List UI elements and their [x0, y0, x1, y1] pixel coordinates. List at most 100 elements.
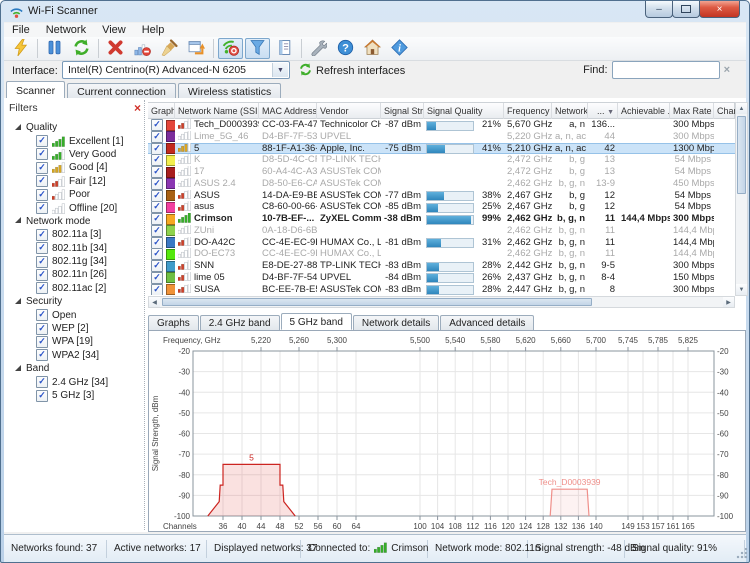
- checkbox[interactable]: ✓: [151, 131, 163, 143]
- minimize-button[interactable]: –: [645, 1, 673, 18]
- table-row[interactable]: ✓SUSABC-EE-7B-E5-...ASUSTek COM...-83 dB…: [148, 284, 735, 296]
- filter-item[interactable]: ✓Offline [20]: [9, 201, 143, 214]
- column-header[interactable]: Signal Quality: [424, 103, 504, 119]
- column-header[interactable]: Graph: [148, 103, 175, 119]
- checkbox[interactable]: ✓: [36, 282, 48, 294]
- checkbox[interactable]: ✓: [151, 284, 163, 296]
- checkbox[interactable]: ✓: [36, 336, 48, 348]
- checkbox[interactable]: ✓: [36, 269, 48, 281]
- scroll-right-icon[interactable]: ▶: [723, 297, 734, 307]
- filter-button[interactable]: [245, 38, 270, 59]
- tab-network-details[interactable]: Network details: [353, 315, 439, 331]
- table-row[interactable]: ✓Tech_D0003939CC-03-FA-47-...Technicolor…: [148, 119, 735, 131]
- expander-icon[interactable]: [15, 365, 21, 371]
- filter-item[interactable]: ✓2.4 GHz [34]: [9, 375, 143, 388]
- tab-advanced-details[interactable]: Advanced details: [440, 315, 534, 331]
- filter-item[interactable]: ✓5 GHz [3]: [9, 389, 143, 402]
- filter-group-quality[interactable]: Quality: [9, 121, 143, 134]
- stop-scan-button[interactable]: [218, 38, 243, 59]
- home-button[interactable]: [360, 38, 385, 59]
- checkbox[interactable]: ✓: [151, 119, 163, 131]
- checkbox[interactable]: ✓: [151, 225, 163, 237]
- filter-item[interactable]: ✓Fair [12]: [9, 175, 143, 188]
- table-row[interactable]: ✓ZUni0A-18-D6-6B-...2,462 GHzb, g, n1114…: [148, 225, 735, 237]
- column-header[interactable]: Network ...: [552, 103, 588, 119]
- scroll-left-icon[interactable]: ◀: [149, 297, 160, 307]
- expander-icon[interactable]: [15, 124, 21, 130]
- delete-button[interactable]: [103, 38, 128, 59]
- filter-group-security[interactable]: Security: [9, 295, 143, 308]
- filter-item[interactable]: ✓Very Good: [9, 148, 143, 161]
- checkbox[interactable]: ✓: [36, 162, 48, 174]
- table-row[interactable]: ✓1760-A4-4C-A3-...ASUSTek COM...2,472 GH…: [148, 166, 735, 178]
- checkbox[interactable]: ✓: [36, 390, 48, 402]
- pause-button[interactable]: [42, 38, 67, 59]
- checkbox[interactable]: ✓: [151, 260, 163, 272]
- checkbox[interactable]: ✓: [151, 237, 163, 249]
- table-row[interactable]: ✓ASUS14-DA-E9-BB-...ASUSTek COM...-77 dB…: [148, 190, 735, 202]
- table-row[interactable]: ✓DO-A42CCC-4E-EC-9B-...HUMAX Co., Ltd.-8…: [148, 237, 735, 249]
- scan-button[interactable]: [8, 38, 33, 59]
- help-button[interactable]: ?: [333, 38, 358, 59]
- table-row[interactable]: ✓DO-EC73CC-4E-EC-9E-...HUMAX Co., Ltd.2,…: [148, 248, 735, 260]
- clear-button[interactable]: [157, 38, 182, 59]
- filter-item[interactable]: ✓WPA2 [34]: [9, 349, 143, 362]
- title-bar[interactable]: Wi-Fi Scanner – ×: [1, 1, 749, 22]
- tab-wireless-statistics[interactable]: Wireless statistics: [178, 83, 281, 99]
- column-header[interactable]: Max Rate: [670, 103, 714, 119]
- checkbox[interactable]: ✓: [151, 248, 163, 260]
- checkbox[interactable]: ✓: [36, 323, 48, 335]
- settings-button[interactable]: [306, 38, 331, 59]
- table-row[interactable]: ✓ASUS 2.4D8-50-E6-CA-...ASUSTek COM...2,…: [148, 178, 735, 190]
- checkbox[interactable]: ✓: [36, 148, 48, 160]
- column-header[interactable]: Frequency: [504, 103, 552, 119]
- checkbox[interactable]: ✓: [36, 256, 48, 268]
- filter-item[interactable]: ✓802.11a [3]: [9, 228, 143, 241]
- menu-view[interactable]: View: [94, 23, 134, 37]
- tab-graphs[interactable]: Graphs: [148, 315, 199, 331]
- filter-item[interactable]: ✓802.11ac [2]: [9, 282, 143, 295]
- table-row[interactable]: ✓Lime_5G_46D4-BF-7F-53-...UPVEL5,220 GHz…: [148, 131, 735, 143]
- filter-item[interactable]: ✓802.11g [34]: [9, 255, 143, 268]
- table-row[interactable]: ✓KD8-5D-4C-CF-...TP-LINK TECH...2,472 GH…: [148, 154, 735, 166]
- filter-item[interactable]: ✓Good [4]: [9, 161, 143, 174]
- table-row[interactable]: ✓588-1F-A1-36-...Apple, Inc.-75 dBm41%5,…: [148, 143, 735, 155]
- horizontal-scrollbar[interactable]: ◀ ▶: [148, 296, 735, 308]
- checkbox[interactable]: ✓: [151, 201, 163, 213]
- panel-splitter[interactable]: [144, 100, 145, 530]
- filter-item[interactable]: ✓WEP [2]: [9, 322, 143, 335]
- close-button[interactable]: ×: [699, 1, 740, 18]
- tab-current-connection[interactable]: Current connection: [67, 83, 176, 99]
- clear-find-icon[interactable]: ×: [724, 64, 730, 76]
- scroll-down-icon[interactable]: ▼: [736, 284, 747, 295]
- menu-network[interactable]: Network: [38, 23, 94, 37]
- about-button[interactable]: i: [387, 38, 412, 59]
- column-header[interactable]: ... ▼: [588, 103, 618, 119]
- column-header[interactable]: Signal Str...: [381, 103, 424, 119]
- refresh-interfaces-button[interactable]: Refresh interfaces: [299, 63, 405, 79]
- checkbox[interactable]: ✓: [36, 202, 48, 214]
- filter-item[interactable]: ✓802.11n [26]: [9, 268, 143, 281]
- tab-scanner[interactable]: Scanner: [6, 81, 65, 98]
- filter-item[interactable]: ✓802.11b [34]: [9, 242, 143, 255]
- checkbox[interactable]: ✓: [36, 242, 48, 254]
- filter-group-band[interactable]: Band: [9, 362, 143, 375]
- filter-item[interactable]: ✓Poor: [9, 188, 143, 201]
- column-header[interactable]: Achievable ...: [618, 103, 670, 119]
- table-row[interactable]: ✓Crimson10-7B-EF-...ZyXEL Comm...-38 dBm…: [148, 213, 735, 225]
- expander-icon[interactable]: [15, 217, 21, 223]
- checkbox[interactable]: ✓: [36, 309, 48, 321]
- chevron-down-icon[interactable]: ▼: [272, 63, 288, 77]
- interface-select[interactable]: Intel(R) Centrino(R) Advanced-N 6205 ▼: [62, 61, 290, 79]
- filter-item[interactable]: ✓WPA [19]: [9, 335, 143, 348]
- checkbox[interactable]: ✓: [36, 349, 48, 361]
- table-row[interactable]: ✓asusC8-60-00-66-...ASUSTek COM...-85 dB…: [148, 201, 735, 213]
- checkbox[interactable]: ✓: [36, 376, 48, 388]
- find-input[interactable]: [612, 61, 720, 79]
- resize-grip[interactable]: [735, 548, 747, 560]
- remove-network-button[interactable]: [130, 38, 155, 59]
- expander-icon[interactable]: [15, 298, 21, 304]
- tab-2-4-ghz-band[interactable]: 2.4 GHz band: [200, 315, 280, 331]
- checkbox[interactable]: ✓: [151, 166, 163, 178]
- checkbox[interactable]: ✓: [36, 135, 48, 147]
